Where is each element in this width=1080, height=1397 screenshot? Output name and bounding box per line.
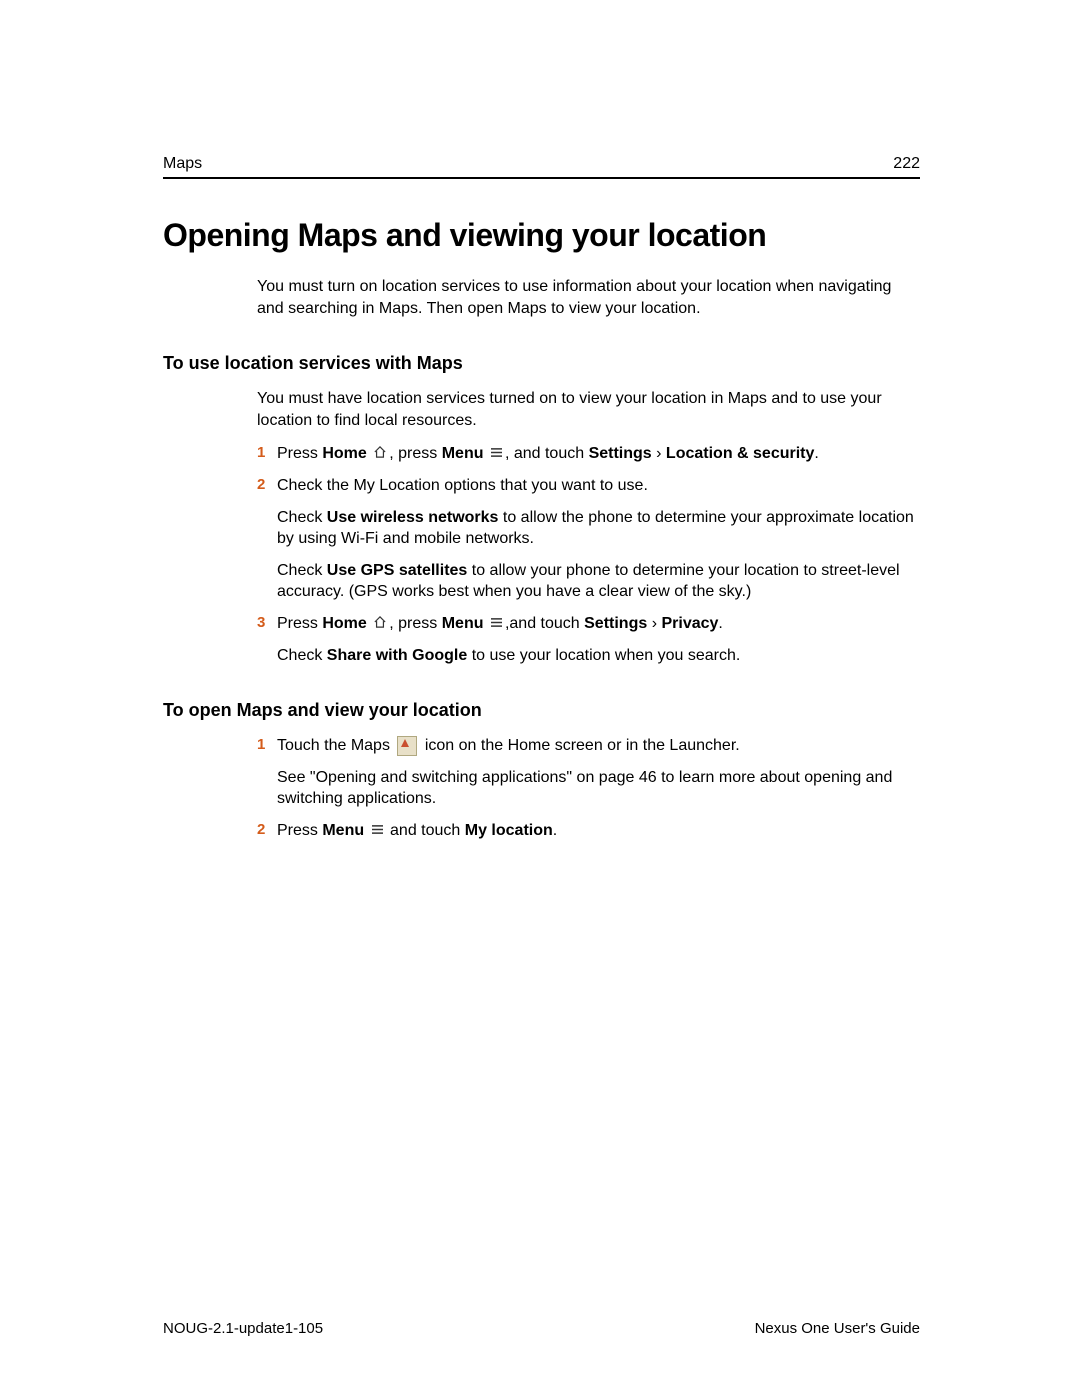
section2-step1: 1 Touch the Maps icon on the Home screen… [257,735,920,810]
step1-line: Press Home , press Menu , and touch Sett… [277,443,920,465]
menu-icon [371,820,384,842]
section1-step3: 3 Press Home , press Menu ,and touch Set… [257,613,920,666]
step2-para2: Check Use wireless networks to allow the… [277,507,920,550]
section-heading-open-maps: To open Maps and view your location [163,700,920,721]
menu-icon [490,613,503,635]
s2-step2-line: Press Menu and touch My location. [277,820,920,842]
page-title: Opening Maps and viewing your location [163,217,920,254]
page-header: Maps 222 [163,155,920,179]
step-number: 2 [257,820,265,840]
home-icon [373,443,387,465]
step2-para3: Check Use GPS satellites to allow your p… [277,560,920,603]
home-icon [373,613,387,635]
menu-icon [490,443,503,465]
section1-step2: 2 Check the My Location options that you… [257,475,920,603]
section1-lead: You must have location services turned o… [257,388,920,431]
step-number: 2 [257,475,265,495]
section-body-open-maps: 1 Touch the Maps icon on the Home screen… [257,735,920,841]
section-body-location-services: You must have location services turned o… [257,388,920,666]
step-number: 3 [257,613,265,633]
footer-guide-title: Nexus One User's Guide [755,1320,920,1337]
page-footer: NOUG-2.1-update1-105 Nexus One User's Gu… [163,1320,920,1337]
step-number: 1 [257,735,265,755]
header-page-number: 222 [893,155,920,173]
section-heading-location-services: To use location services with Maps [163,353,920,374]
step2-line1: Check the My Location options that you w… [277,475,920,497]
s2-step1-para2: See "Opening and switching applications"… [277,767,920,810]
s2-step1-line1: Touch the Maps icon on the Home screen o… [277,735,920,757]
step3-para2: Check Share with Google to use your loca… [277,645,920,667]
step-number: 1 [257,443,265,463]
footer-doc-id: NOUG-2.1-update1-105 [163,1320,323,1337]
maps-app-icon [397,736,417,756]
intro-paragraph: You must turn on location services to us… [257,276,920,319]
step3-line1: Press Home , press Menu ,and touch Setti… [277,613,920,635]
header-section: Maps [163,155,202,173]
section2-step2: 2 Press Menu and touch My location. [257,820,920,842]
section1-step1: 1 Press Home , press Menu , and touch Se… [257,443,920,465]
